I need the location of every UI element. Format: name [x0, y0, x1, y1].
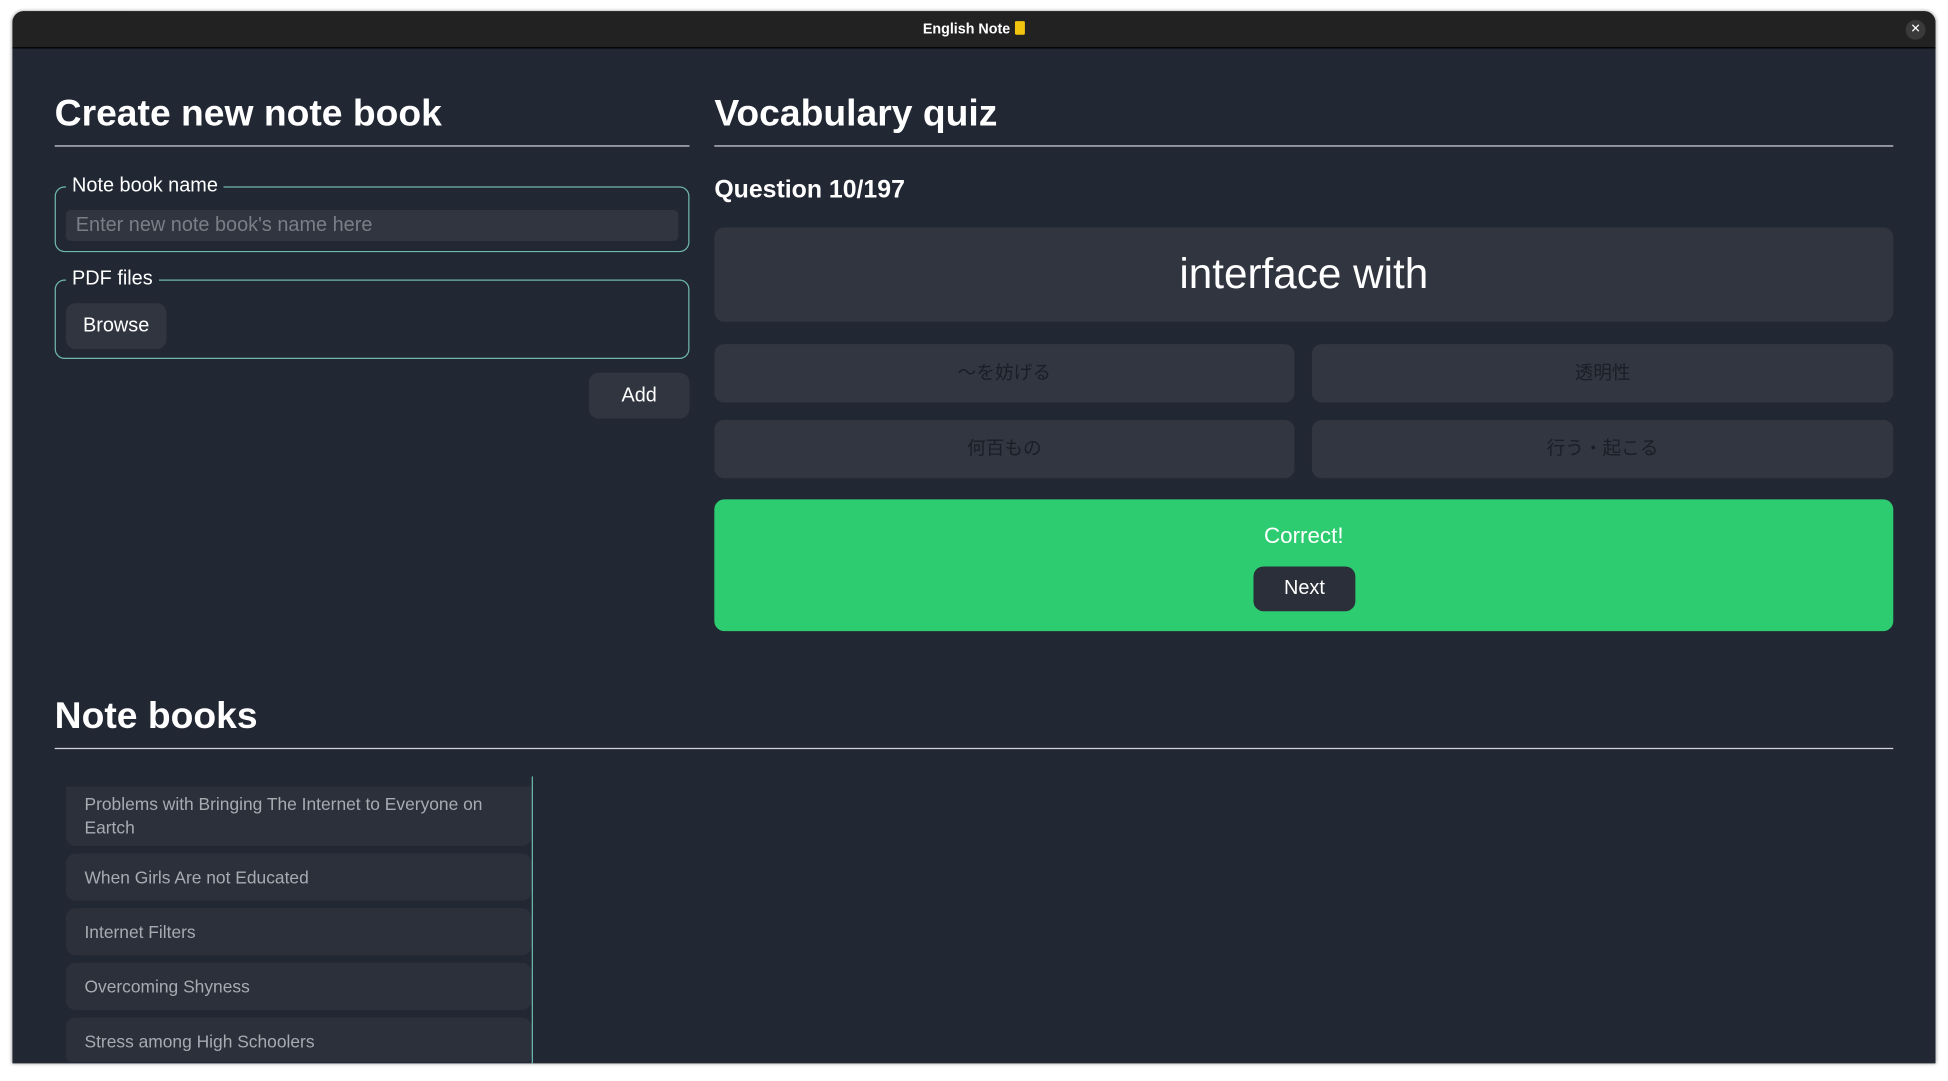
answer-option[interactable]: 透明性	[1311, 344, 1894, 403]
add-button[interactable]: Add	[588, 372, 690, 419]
answer-option[interactable]: 行う・起こる	[1311, 419, 1894, 479]
title-bar: English Note ✕	[12, 11, 1936, 49]
notebook-icon	[1015, 21, 1026, 35]
browse-button[interactable]: Browse	[65, 303, 167, 350]
result-panel: Correct! Next	[714, 499, 1894, 632]
notebooks-heading: Note books	[54, 696, 1894, 750]
question-counter: Question 10/197	[714, 176, 905, 204]
pdf-files-label: PDF files	[72, 268, 153, 290]
result-text: Correct!	[1264, 523, 1344, 548]
app-window: English Note ✕ Create new note book Note…	[12, 11, 1936, 1064]
list-item[interactable]: Stress among High Schoolers	[65, 1017, 532, 1063]
list-item[interactable]: Overcoming Shyness	[65, 962, 532, 1010]
close-icon[interactable]: ✕	[1905, 19, 1926, 40]
answer-option[interactable]: ～を妨げる	[714, 344, 1295, 403]
answer-option[interactable]: 何百もの	[714, 419, 1295, 479]
list-item[interactable]: Problems with Bringing The Internet to E…	[65, 786, 532, 847]
notebook-name-input[interactable]	[65, 209, 679, 242]
list-divider	[531, 776, 533, 1064]
create-heading: Create new note book	[54, 93, 690, 147]
list-item[interactable]: When Girls Are not Educated	[65, 853, 532, 901]
list-item[interactable]: Internet Filters	[65, 908, 532, 956]
notebook-name-label: Note book name	[72, 175, 218, 197]
window-title: English Note	[12, 21, 1935, 37]
notebook-list: Problems with Bringing The Internet to E…	[65, 786, 532, 1063]
quiz-word-card: interface with	[714, 227, 1894, 322]
next-button[interactable]: Next	[1253, 566, 1356, 612]
quiz-heading: Vocabulary quiz	[714, 93, 1894, 147]
